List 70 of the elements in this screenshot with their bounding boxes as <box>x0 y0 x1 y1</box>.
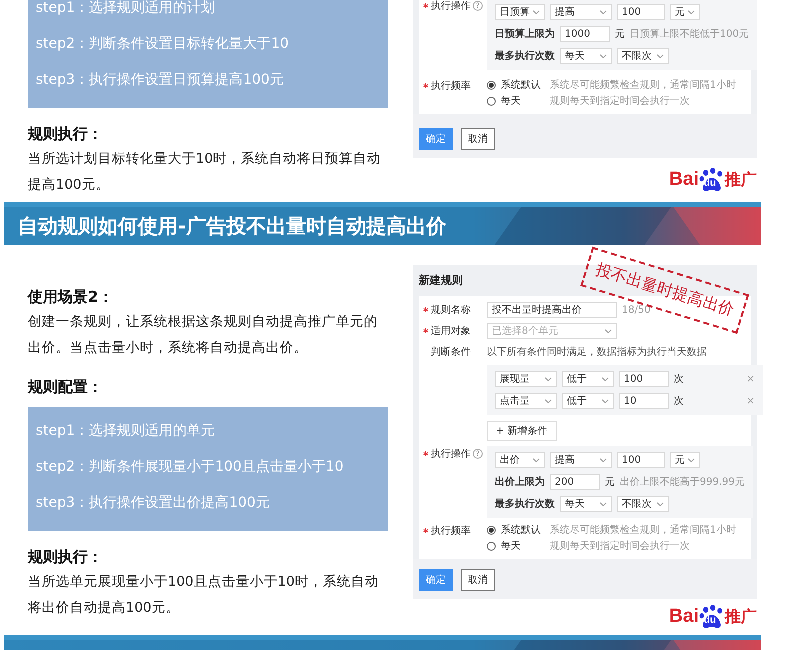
input-field[interactable]: 1000 <box>560 26 610 42</box>
add-condition-button[interactable]: + 新增条件 <box>487 421 557 441</box>
select-field[interactable]: 展现量 <box>495 371 557 387</box>
unit-label: 次 <box>674 395 684 408</box>
select-field[interactable]: 每天 <box>560 496 612 512</box>
paragraph: 当所选单元展现量小于100且点击量小于10时，系统自动将出价自动提高100元。 <box>28 573 380 618</box>
select-field[interactable]: 出价 <box>495 452 545 468</box>
select-field[interactable]: 每天 <box>560 48 612 64</box>
form-title: 新建规则 <box>418 273 464 289</box>
input-field[interactable]: 投不出量时提高出价 <box>487 302 617 318</box>
logo-text: Bai <box>669 606 699 628</box>
character-counter: 18/50 <box>622 304 651 316</box>
input-field[interactable]: 100 <box>619 371 669 387</box>
select-field[interactable]: 日预算 <box>495 4 545 20</box>
cancel-button[interactable]: 取消 <box>461 569 495 591</box>
field-label: 执行频率 <box>431 524 471 538</box>
step-text: step2：判断条件展现量小于100且点击量小于10 <box>36 458 345 477</box>
step-text: step1：选择规则适用的单元 <box>36 422 216 441</box>
section-heading: 规则配置： <box>28 377 104 398</box>
input-field[interactable]: 100 <box>617 4 665 20</box>
option-description: 规则每天到指定时间会执行一次 <box>550 540 690 553</box>
select-field[interactable]: 元 <box>670 452 700 468</box>
cancel-button[interactable]: 取消 <box>461 128 495 150</box>
paragraph: 当所选计划目标转化量大于10时，系统自动将日预算自动提高100元。 <box>28 150 382 195</box>
field-label: 规则名称 <box>431 304 471 317</box>
step-text: step3：执行操作设置日预算提高100元 <box>36 71 285 90</box>
field-label: 执行频率 <box>431 80 471 93</box>
section-heading: 规则执行： <box>28 124 104 145</box>
select-field[interactable]: 点击量 <box>495 393 557 409</box>
input-field[interactable]: 100 <box>617 452 665 468</box>
option-description: 系统尽可能频繁检查规则，通常间隔1小时 <box>550 524 736 537</box>
option-label[interactable]: 系统默认 <box>501 78 545 92</box>
option-label[interactable]: 系统默认 <box>501 523 545 537</box>
step-text: step2：判断条件设置目标转化量大于10 <box>36 35 290 54</box>
step-text: step1：选择规则适用的计划 <box>36 0 216 18</box>
option-label[interactable]: 每天 <box>501 539 545 553</box>
select-field[interactable]: 不限次 <box>617 48 669 64</box>
option-label[interactable]: 每天 <box>501 94 545 108</box>
condition-note: 以下所有条件同时满足，数据指标为执行当天数据 <box>487 346 708 359</box>
field-label: 判断条件 <box>431 346 471 359</box>
field-label: 最多执行次数 <box>495 498 555 511</box>
field-hint: 日预算上限不能低于100元 <box>630 28 750 41</box>
input-field[interactable]: 10 <box>619 393 669 409</box>
logo-text: 推广 <box>725 606 757 628</box>
field-label: 适用对象 <box>431 324 471 338</box>
paragraph: 创建一条规则，让系统根据这条规则自动提高推广单元的出价。当点击量小时，系统将自动提高出价。 <box>28 313 379 358</box>
unit-label: 次 <box>674 373 684 386</box>
banner-title: 自动规则如何使用-广告投不出量时自动提高出价 <box>18 212 446 240</box>
section-heading: 使用场景2： <box>28 287 114 308</box>
option-description: 系统尽可能频繁检查规则，通常间隔1小时 <box>550 78 736 92</box>
select-field[interactable]: 元 <box>670 4 700 20</box>
logo-text: 推广 <box>725 170 757 190</box>
option-description: 规则每天到指定时间会执行一次 <box>550 94 690 108</box>
select-field[interactable]: 提高 <box>550 452 612 468</box>
select-field[interactable]: 不限次 <box>617 496 669 512</box>
field-label: 执行操作 <box>431 0 471 13</box>
field-hint: 出价上限不能高于999.99元 <box>620 476 745 489</box>
select-field[interactable]: 低于 <box>562 371 614 387</box>
field-label: 执行操作 <box>431 448 471 461</box>
field-label: 最多执行次数 <box>495 50 555 63</box>
step-text: step3：执行操作设置出价提高100元 <box>36 494 271 513</box>
section-heading: 规则执行： <box>28 547 104 568</box>
unit-label: 元 <box>605 476 615 489</box>
field-label: 日预算上限为 <box>495 28 555 41</box>
input-field[interactable]: 200 <box>550 474 600 490</box>
select-field[interactable]: 提高 <box>550 4 612 20</box>
select-field[interactable]: 低于 <box>562 393 614 409</box>
unit-label: 元 <box>615 28 625 41</box>
logo-text: Bai <box>669 169 699 191</box>
field-label: 出价上限为 <box>495 476 545 489</box>
